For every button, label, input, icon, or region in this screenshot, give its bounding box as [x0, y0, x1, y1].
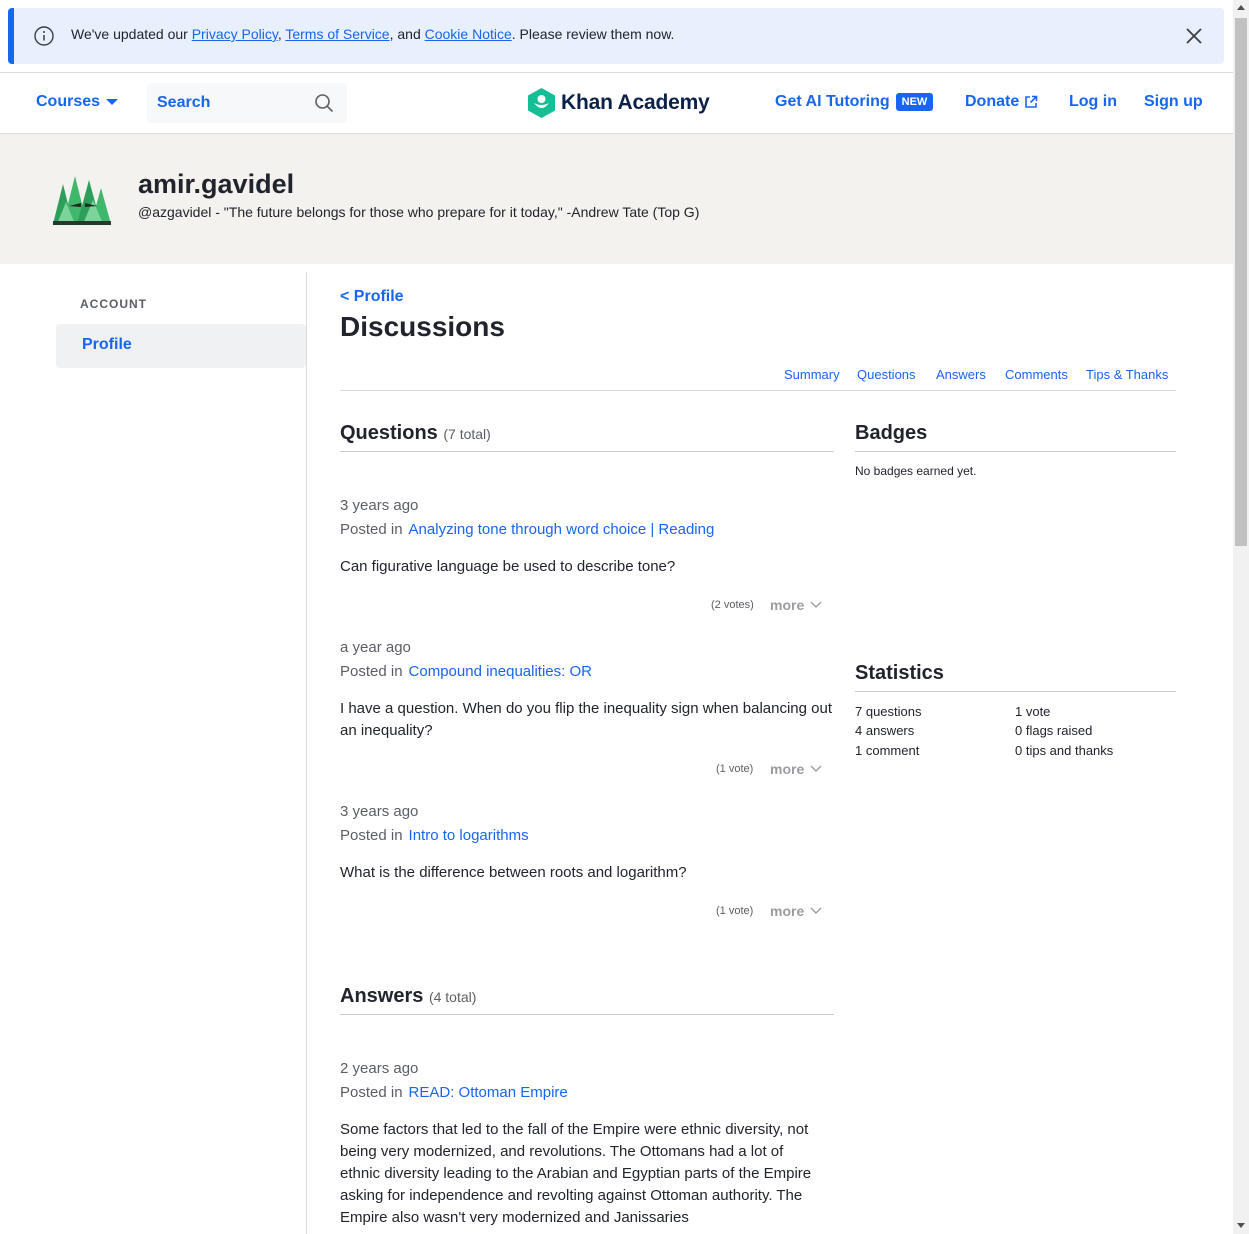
donate-label: Donate — [965, 93, 1020, 110]
posted-in-label: Posted in — [340, 1084, 403, 1101]
stat-answers: 4 answers — [855, 723, 915, 738]
caret-down-icon — [106, 99, 119, 105]
banner-suffix: . Please review them now. — [511, 26, 675, 42]
questions-section-title: Questions (7 total) — [340, 422, 834, 452]
more-button[interactable]: more — [770, 903, 822, 919]
stat-flags: 0 flags raised — [1015, 723, 1093, 738]
question-topic-link[interactable]: Intro to logarithms — [409, 827, 529, 844]
question-time: a year ago — [340, 639, 411, 656]
answer-topic-link[interactable]: READ: Ottoman Empire — [409, 1084, 568, 1101]
vote-count: (1 vote) — [716, 763, 754, 775]
discussion-tabs: Summary Questions Answers Comments Tips … — [340, 366, 1176, 391]
question-posted-in: Posted in Compound inequalities: OR — [340, 663, 592, 680]
answers-section-title: Answers (4 total) — [340, 985, 834, 1015]
external-link-icon — [1025, 95, 1038, 108]
question-posted-in: Posted in Intro to logarithms — [340, 827, 529, 844]
stat-questions: 7 questions — [855, 704, 922, 719]
question-time: 3 years ago — [340, 497, 419, 514]
avatar — [53, 176, 111, 225]
questions-count: (7 total) — [443, 426, 491, 442]
chevron-down-icon — [810, 765, 822, 772]
posted-in-label: Posted in — [340, 521, 403, 538]
chevron-down-icon — [810, 907, 822, 914]
courses-label: Courses — [36, 93, 101, 110]
question-text: I have a question. When do you flip the … — [340, 700, 832, 739]
badges-section-title: Badges — [855, 422, 1176, 452]
page-title: Discussions — [340, 311, 505, 342]
donate-link[interactable]: Donate — [965, 93, 1038, 111]
tab-questions[interactable]: Questions — [857, 367, 916, 382]
terms-link[interactable]: Terms of Service — [285, 26, 389, 42]
statistics-title: Statistics — [855, 662, 944, 684]
login-link[interactable]: Log in — [1069, 93, 1117, 111]
ai-tutoring-link[interactable]: Get AI Tutoring NEW — [775, 93, 934, 111]
answers-title: Answers — [340, 985, 424, 1007]
badges-empty-text: No badges earned yet. — [855, 464, 977, 478]
sidebar-item-label: Profile — [82, 336, 132, 353]
profile-name: amir.gavidel — [138, 169, 295, 199]
question-topic-link[interactable]: Analyzing tone through word choice | Rea… — [409, 521, 715, 538]
vote-count: (2 votes) — [711, 599, 754, 611]
account-section-label: ACCOUNT — [80, 297, 147, 311]
banner-prefix: We've updated our — [71, 26, 192, 42]
question-text: What is the difference between roots and… — [340, 864, 687, 881]
question-time: 3 years ago — [340, 803, 419, 820]
answer-text: Some factors that led to the fall of the… — [340, 1121, 812, 1226]
badges-title: Badges — [855, 422, 928, 444]
answers-count: (4 total) — [428, 989, 477, 1005]
privacy-policy-link[interactable]: Privacy Policy — [192, 26, 278, 42]
more-label: more — [770, 761, 805, 777]
answer-time: 2 years ago — [340, 1060, 419, 1077]
stat-votes: 1 vote — [1015, 704, 1051, 719]
policy-banner: We've updated our Privacy Policy, Terms … — [8, 8, 1224, 64]
posted-in-label: Posted in — [340, 663, 403, 680]
search-icon — [315, 94, 334, 113]
logo-icon — [528, 88, 555, 118]
more-label: more — [770, 903, 805, 919]
question-topic-link[interactable]: Compound inequalities: OR — [409, 663, 592, 680]
statistics-section-title: Statistics — [855, 662, 1176, 692]
chevron-down-icon — [810, 601, 822, 608]
more-button[interactable]: more — [770, 597, 822, 613]
question-posted-in: Posted in Analyzing tone through word cho… — [340, 521, 714, 538]
khan-academy-logo[interactable]: Khan Academy — [528, 88, 710, 118]
search-placeholder: Search — [157, 94, 211, 111]
tab-tips-thanks[interactable]: Tips & Thanks — [1086, 367, 1168, 382]
logo-text: Khan Academy — [561, 91, 710, 114]
sidebar-item-profile[interactable]: Profile — [56, 324, 306, 368]
question-text: Can figurative language be used to descr… — [340, 558, 676, 575]
banner-text: We've updated our Privacy Policy, Terms … — [71, 26, 674, 42]
stat-tips: 0 tips and thanks — [1015, 743, 1114, 758]
stat-comments: 1 comment — [855, 743, 920, 758]
questions-title: Questions — [340, 422, 438, 444]
tab-comments[interactable]: Comments — [1005, 367, 1068, 382]
scroll-up-icon[interactable] — [1237, 4, 1245, 12]
banner-sep: , and — [389, 26, 425, 42]
info-icon — [34, 26, 54, 46]
new-badge: NEW — [895, 93, 934, 111]
vote-count: (1 vote) — [716, 905, 754, 917]
close-icon[interactable] — [1185, 27, 1203, 45]
more-label: more — [770, 597, 805, 613]
scrollbar-thumb[interactable] — [1235, 18, 1247, 546]
courses-menu-button[interactable]: Courses — [36, 93, 119, 111]
signup-link[interactable]: Sign up — [1144, 93, 1203, 111]
back-to-profile-link[interactable]: < Profile — [340, 288, 404, 306]
sidebar-divider — [306, 272, 307, 1234]
profile-bio: @azgavidel - "The future belongs for tho… — [138, 204, 700, 220]
tab-answers[interactable]: Answers — [936, 367, 986, 382]
cookie-notice-link[interactable]: Cookie Notice — [425, 26, 512, 42]
profile-header: amir.gavidel @azgavidel - "The future be… — [0, 134, 1233, 264]
tab-summary[interactable]: Summary — [784, 367, 840, 382]
answer-posted-in: Posted in READ: Ottoman Empire — [340, 1084, 568, 1101]
posted-in-label: Posted in — [340, 827, 403, 844]
search-input[interactable]: Search — [147, 83, 347, 123]
top-nav: Courses Search Khan Academy Get AI Tutor… — [0, 72, 1233, 134]
page-scrollbar[interactable] — [1233, 0, 1249, 1234]
scroll-down-icon[interactable] — [1237, 1221, 1245, 1229]
ai-tutoring-label: Get AI Tutoring — [775, 93, 890, 110]
more-button[interactable]: more — [770, 761, 822, 777]
